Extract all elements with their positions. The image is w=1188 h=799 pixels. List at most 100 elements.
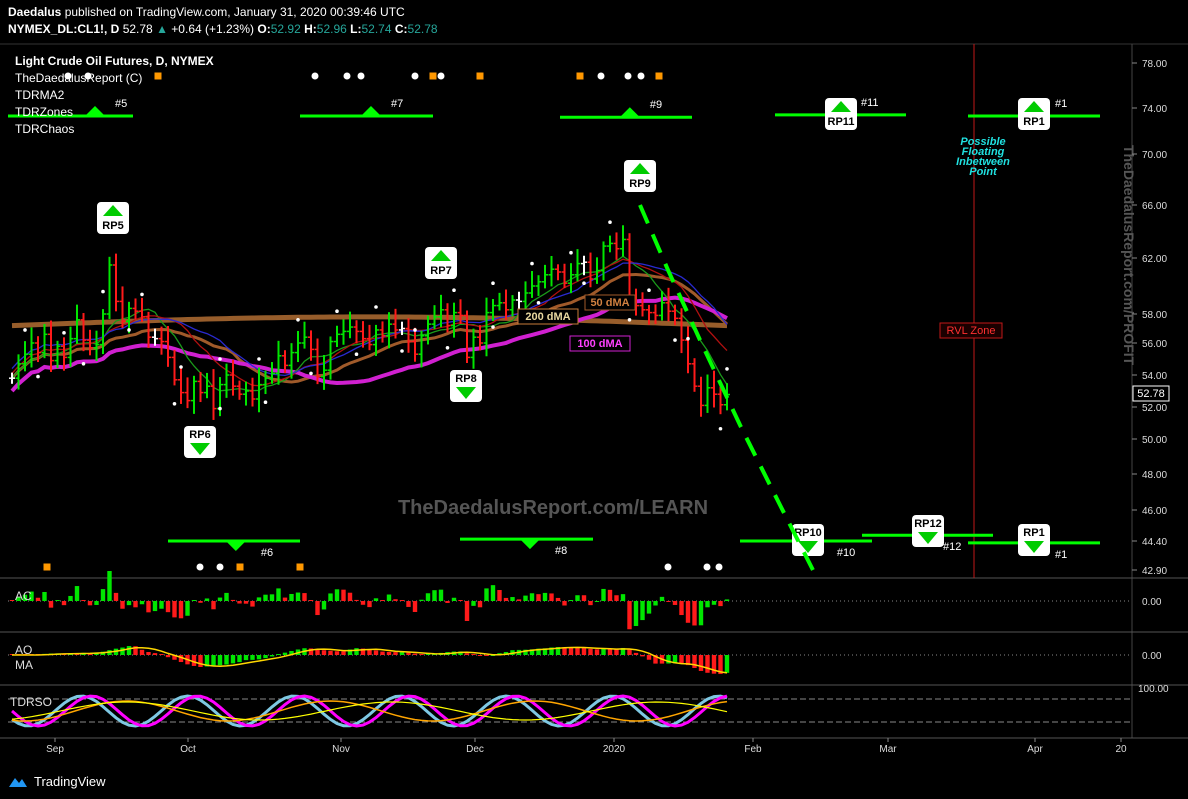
reversal-point-badge: RP12	[912, 515, 944, 547]
ac-bar	[159, 601, 164, 609]
ao-bar	[484, 655, 489, 656]
reversal-point-badge: RP1	[1018, 98, 1050, 130]
reversal-point-badge: RP7	[425, 247, 457, 279]
badge-label: RP1	[1023, 527, 1044, 539]
ac-bar	[185, 601, 190, 616]
reversal-point-badge: RP5	[97, 202, 129, 234]
svg-text:50 dMA: 50 dMA	[590, 297, 629, 309]
y-tick-label: 54.00	[1142, 371, 1167, 382]
ao-bar	[211, 655, 216, 667]
ao-bar	[640, 655, 645, 657]
last-price-marker: 52.78	[1132, 385, 1170, 402]
badge-label: RP8	[455, 373, 476, 385]
ac-bar	[308, 600, 314, 601]
low-fractal-dot	[354, 352, 359, 357]
last-price: 52.78	[122, 22, 153, 36]
change-value: +0.64 (+1.23%)	[171, 22, 255, 36]
x-tick-label: Nov	[332, 744, 350, 755]
high-fractal-dot	[569, 250, 573, 255]
legend-study[interactable]: TDRMA2	[15, 87, 214, 104]
top-zone-label: #9	[650, 99, 662, 111]
ao-bar	[120, 647, 125, 655]
ac-bar	[705, 601, 710, 608]
ac-bar	[373, 598, 379, 601]
ac-bar	[724, 599, 730, 601]
ac-bar	[581, 595, 587, 601]
ao-bar	[237, 655, 242, 663]
svg-text:52.78: 52.78	[1137, 388, 1165, 400]
ao-bar	[198, 655, 203, 667]
ac-bar	[451, 597, 457, 601]
tradingview-icon	[9, 777, 27, 787]
svg-text:RVL Zone: RVL Zone	[947, 325, 996, 337]
high-fractal-dot	[530, 261, 534, 266]
badge-label: RP7	[430, 265, 451, 277]
fractal-dot	[597, 72, 605, 80]
x-tick-label: Sep	[46, 744, 64, 755]
ma-100-label: 100 dMA	[569, 335, 631, 352]
ac-bar	[380, 600, 385, 601]
signal-square	[576, 72, 584, 80]
top-zone-label: #11	[861, 97, 879, 109]
ao-bar	[679, 655, 684, 664]
x-tick-label: 2020	[603, 744, 626, 755]
fractal-dot	[637, 72, 645, 80]
ac-bar	[256, 597, 262, 601]
ac-bar	[568, 600, 574, 601]
low-fractal-dot	[400, 349, 404, 353]
close-value: 52.78	[407, 22, 438, 36]
badge-label: RP12	[914, 518, 942, 530]
ac-bar	[666, 601, 671, 602]
legend-study[interactable]: TDRChaos	[15, 121, 214, 138]
author-name[interactable]: Daedalus	[8, 5, 61, 19]
ac-bar	[230, 599, 236, 601]
ac-bar	[191, 600, 197, 601]
ao-bar	[412, 653, 418, 655]
high-fractal-dot	[179, 365, 183, 369]
ac-bar	[477, 601, 483, 608]
bottom-zone-label: #12	[943, 541, 961, 553]
legend-study[interactable]: TDRZones	[15, 104, 214, 121]
x-tick-label: Feb	[744, 744, 762, 755]
badge-label: RP11	[828, 116, 855, 128]
fractal-dot	[703, 563, 711, 571]
y-tick-label: 70.00	[1142, 150, 1167, 161]
fractal-dot	[664, 563, 672, 571]
fractal-dot	[357, 72, 365, 80]
ac-bar	[250, 601, 255, 607]
ac-bar	[562, 601, 567, 606]
ac-bar	[458, 600, 463, 601]
x-tick-label: Apr	[1027, 744, 1043, 755]
ac-bar	[172, 601, 177, 618]
ac-bar	[445, 601, 450, 603]
ac-bar	[607, 589, 613, 601]
fractal-dot	[437, 72, 445, 80]
y-tick-label: 52.00	[1142, 403, 1167, 414]
x-tick-label: Oct	[180, 744, 196, 755]
ao-bar	[354, 648, 359, 655]
ac-bar	[126, 601, 132, 606]
tradingview-logo[interactable]: TradingView	[8, 774, 106, 789]
badge-label: RP6	[189, 429, 210, 441]
low-fractal-dot	[127, 328, 131, 332]
svg-text:100 dMA: 100 dMA	[577, 338, 622, 350]
signal-square	[43, 563, 51, 571]
ao-bar	[380, 651, 385, 655]
legend-study[interactable]: TheDaedalusReport (C)	[15, 70, 214, 87]
symbol-name[interactable]: NYMEX_DL:CL1!, D	[8, 22, 119, 36]
high-fractal-dot	[608, 220, 612, 225]
ac-bar	[120, 601, 125, 609]
high-fractal-dot	[686, 336, 690, 341]
legend-title[interactable]: Light Crude Oil Futures, D, NYMEX	[15, 53, 214, 70]
ac-bar	[588, 601, 593, 606]
ac-bar	[360, 601, 366, 605]
low-fractal-dot	[263, 400, 268, 405]
high-fractal-dot	[335, 309, 339, 314]
ao-bar	[217, 655, 223, 666]
ac-bar	[139, 601, 145, 605]
ac-bar	[718, 601, 723, 607]
ao-bar	[152, 653, 158, 655]
ac-bar	[471, 601, 476, 606]
ao-zero-tick: 0.00	[1142, 651, 1162, 662]
top-zone-label: #7	[391, 98, 403, 110]
